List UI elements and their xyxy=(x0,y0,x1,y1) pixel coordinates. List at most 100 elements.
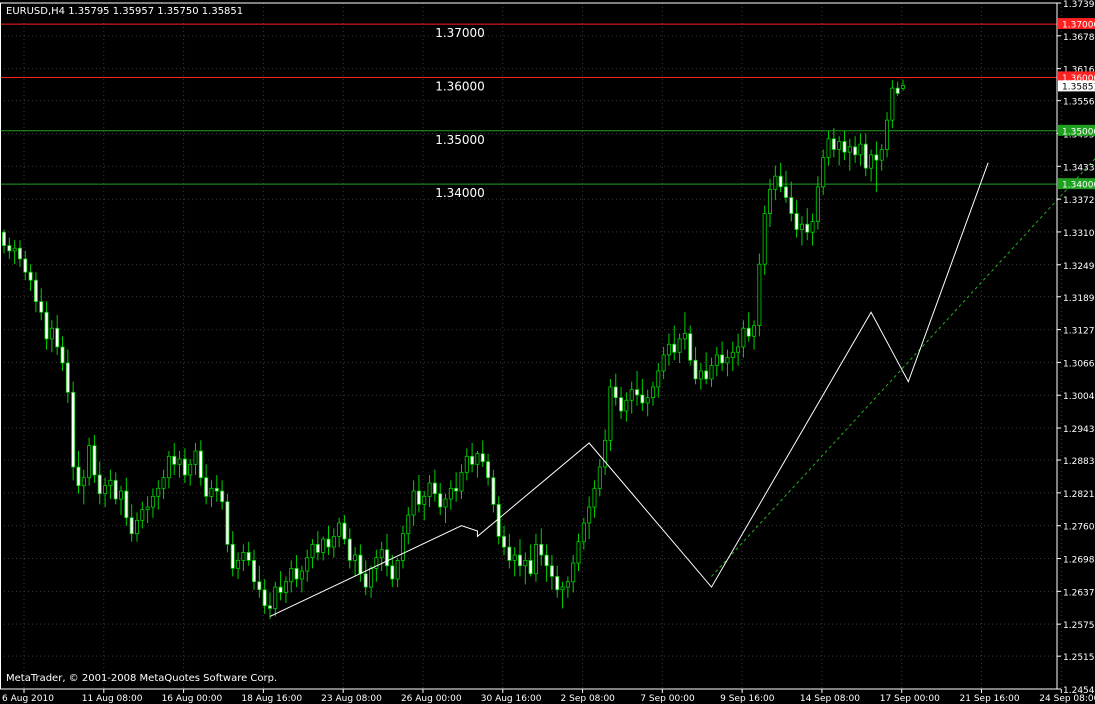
candle-bear xyxy=(76,466,81,487)
candle-bull xyxy=(592,487,597,508)
time-axis-label: 6 Aug 2010 xyxy=(2,694,54,704)
candle-bear xyxy=(257,581,262,591)
time-axis-label: 23 Aug 08:00 xyxy=(321,694,382,704)
candle-bull xyxy=(698,370,703,380)
candle-bull xyxy=(464,455,469,473)
candle-bull xyxy=(166,455,171,479)
candle-bear xyxy=(746,327,751,337)
price-axis-label: 1.26370 xyxy=(1063,588,1095,598)
candle-bull xyxy=(629,389,634,401)
candle-bull xyxy=(289,567,294,583)
candle-bear xyxy=(204,477,209,497)
candle-bull xyxy=(87,445,92,479)
candle-bull xyxy=(885,119,890,150)
candle-bear xyxy=(672,343,677,353)
candle-bull xyxy=(369,567,374,588)
candle-bear xyxy=(486,461,491,479)
candle-bull xyxy=(826,138,831,158)
candle-bull xyxy=(879,149,884,161)
candle-bear xyxy=(315,543,320,553)
price-level-label: 1.35000 xyxy=(435,133,485,147)
price-axis-label: 1.34335 xyxy=(1063,163,1095,173)
candle-bear xyxy=(555,576,560,591)
candle-bear xyxy=(23,258,28,273)
candle-bull xyxy=(475,453,480,465)
candle-bear xyxy=(517,554,522,567)
candle-bull xyxy=(714,354,719,367)
candle-bear xyxy=(278,586,283,593)
candle-bull xyxy=(682,333,687,340)
candle-bear xyxy=(789,197,794,214)
candle-bull xyxy=(283,581,288,593)
time-axis-label: 9 Sep 16:00 xyxy=(720,694,775,704)
candle-bear xyxy=(390,565,395,580)
candle-bull xyxy=(597,466,602,489)
candle-bull xyxy=(353,554,358,561)
candle-bear xyxy=(172,455,177,465)
candle-bear xyxy=(39,301,44,313)
candle-bear xyxy=(363,573,368,588)
candle-bull xyxy=(762,213,767,265)
candle-bull xyxy=(395,559,400,580)
candle-bull xyxy=(337,522,342,537)
candle-bear xyxy=(635,389,640,396)
candle-bear xyxy=(491,477,496,505)
price-axis-label: 1.31890 xyxy=(1063,294,1095,304)
price-axis-label: 1.35565 xyxy=(1063,98,1095,108)
candle-bull xyxy=(608,386,613,441)
candle-bear xyxy=(294,567,299,580)
candle-bull xyxy=(512,554,517,561)
price-chart[interactable]: 1.37000 1.36000 1.35000 1.34000 1.37395 1.367… xyxy=(0,0,1095,704)
candle-bear xyxy=(44,311,49,340)
candle-bear xyxy=(198,450,203,479)
candle-bear xyxy=(496,503,501,537)
candle-bear xyxy=(416,490,421,505)
candle-bear xyxy=(438,493,443,508)
candle-bull xyxy=(847,146,852,153)
candle-bull xyxy=(730,351,735,359)
candle-bull xyxy=(869,154,874,169)
candle-bear xyxy=(549,565,554,577)
candle-bear xyxy=(33,279,38,302)
candle-bull xyxy=(901,84,905,89)
candle-bull xyxy=(12,247,17,252)
candle-bear xyxy=(385,549,390,567)
candle-bear xyxy=(129,517,134,535)
candle-bull xyxy=(645,397,650,404)
candle-bull xyxy=(666,343,671,356)
candle-bull xyxy=(656,370,661,388)
candle-bull xyxy=(560,586,565,591)
candle-bull xyxy=(379,549,384,559)
candle-bull xyxy=(773,175,778,190)
candle-bear xyxy=(502,535,507,548)
time-axis-label: 24 Sep 08:00 xyxy=(1039,694,1095,704)
candle-bear xyxy=(794,213,799,230)
candle-bull xyxy=(422,495,427,505)
candle-bull xyxy=(241,551,246,561)
price-axis-label: 1.25755 xyxy=(1063,621,1095,631)
candle-bear xyxy=(262,589,267,607)
candle-bear xyxy=(805,223,810,233)
time-axis-label: 2 Sep 08:00 xyxy=(561,694,616,704)
price-axis-label: 1.27600 xyxy=(1063,523,1095,533)
candle-bull xyxy=(799,223,804,230)
candle-bear xyxy=(619,397,624,412)
candle-bear xyxy=(640,394,645,404)
candle-bear xyxy=(17,247,22,260)
candle-bear xyxy=(831,138,836,150)
candle-bull xyxy=(134,519,139,535)
candle-bull xyxy=(209,487,214,497)
candle-bear xyxy=(92,445,97,476)
current-price-label: 1.35851 xyxy=(1062,82,1095,92)
candle-bear xyxy=(220,490,225,503)
candle-bear xyxy=(688,333,693,361)
candle-bull xyxy=(156,487,161,497)
candle-bull xyxy=(821,157,826,188)
candle-bear xyxy=(55,327,60,348)
candle-bull xyxy=(709,365,714,380)
candle-bull xyxy=(331,535,336,548)
price-axis-label: 1.33720 xyxy=(1063,196,1095,206)
candle-bear xyxy=(507,546,512,561)
chart-background[interactable] xyxy=(0,0,1095,704)
candle-bull xyxy=(581,522,586,543)
